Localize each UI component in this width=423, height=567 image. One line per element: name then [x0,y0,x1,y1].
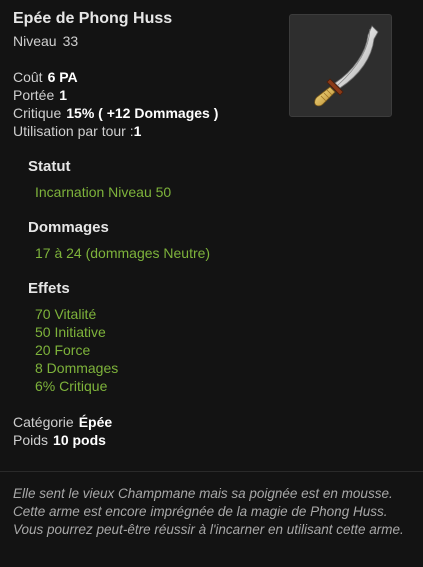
damage-value: 17 à 24 (dommages Neutre) [35,245,211,261]
critical-value: 15% ( +12 Dommages ) [66,105,219,121]
range-value: 1 [59,87,68,103]
effects-list: 70 Vitalité 50 Initiative 20 Force 8 Dom… [35,305,118,395]
effects-title: Effets [28,280,70,297]
divider [0,471,423,472]
critical-label: Critique [13,105,62,121]
effect-item: 70 Vitalité [35,306,97,322]
level-value: 33 [62,33,79,49]
damage-title: Dommages [28,219,109,236]
use-value: 1 [133,123,142,139]
weight-row: Poids 10 pods [13,431,112,449]
status-title: Statut [28,158,71,175]
stat-cost: Coût 6 PA [13,68,218,86]
curved-sword-icon [314,25,379,107]
effect-item: 8 Dommages [35,360,119,376]
item-description: Elle sent le vieux Champmane mais sa poi… [13,486,404,537]
effect-item: 6% Critique [35,378,108,394]
stat-critical: Critique 15% ( +12 Dommages ) [13,104,218,122]
weight-label: Poids [13,432,49,448]
effect-item: 50 Initiative [35,324,106,340]
status-value: Incarnation Niveau 50 [35,184,172,200]
category-value: Épée [78,414,113,430]
category-row: Catégorie Épée [13,413,112,431]
item-icon-frame [289,14,392,117]
item-level: Niveau 33 [13,33,78,49]
item-info: Catégorie Épée Poids 10 pods [13,413,112,449]
use-label: Utilisation par tour : [13,123,134,139]
stat-uses-per-turn: Utilisation par tour :1 [13,122,218,140]
item-tooltip: Epée de Phong Huss Niveau 33 Coût 6 PA P… [0,0,423,567]
item-name: Epée de Phong Huss [13,10,173,27]
item-stats: Coût 6 PA Portée 1 Critique 15% ( +12 Domma… [13,68,218,140]
effect-item: 20 Force [35,342,91,358]
weight-value: 10 pods [53,432,106,448]
level-label: Niveau [13,33,57,49]
range-label: Portée [13,87,55,103]
stat-range: Portée 1 [13,86,218,104]
category-label: Catégorie [13,414,74,430]
cost-value: 6 PA [47,69,78,85]
cost-label: Coût [13,69,43,85]
